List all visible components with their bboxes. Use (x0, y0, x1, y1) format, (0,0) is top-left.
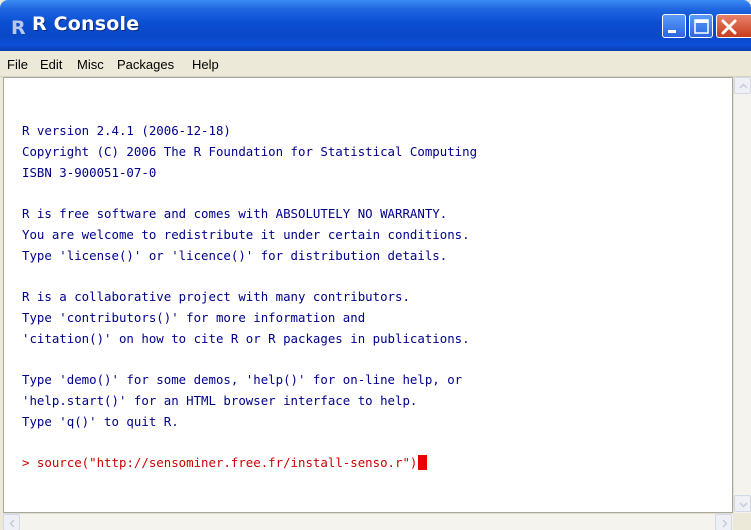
minimize-icon (668, 30, 676, 33)
console-line: Type 'q()' to quit R. (22, 414, 179, 429)
command-line[interactable]: > source("http://sensominer.free.fr/inst… (22, 455, 428, 470)
console-line: Type 'demo()' for some demos, 'help()' f… (22, 372, 463, 387)
title-bar[interactable]: R R Console (0, 0, 751, 51)
console-line: R is free software and comes with ABSOLU… (22, 206, 448, 221)
svg-text:R: R (11, 17, 26, 37)
console-line: 'help.start()' for an HTML browser inter… (22, 393, 418, 408)
minimize-button[interactable] (662, 14, 686, 38)
text-cursor (418, 455, 428, 470)
menu-help[interactable]: Help (192, 57, 219, 72)
vertical-scrollbar[interactable] (733, 77, 751, 513)
console-line: You are welcome to redistribute it under… (22, 227, 470, 242)
scroll-up-icon (739, 83, 748, 89)
console-line: R version 2.4.1 (2006-12-18) (22, 123, 231, 138)
console-output[interactable]: R version 2.4.1 (2006-12-18) Copyright (… (3, 77, 733, 513)
console-prompt: > (22, 455, 37, 470)
maximize-button[interactable] (689, 14, 713, 38)
maximize-icon (694, 19, 709, 34)
menu-packages[interactable]: Packages (117, 57, 174, 72)
command-text: source("http://sensominer.free.fr/instal… (36, 455, 418, 470)
console-line: R is a collaborative project with many c… (22, 289, 410, 304)
close-button[interactable] (716, 14, 751, 38)
console-line: Copyright (C) 2006 The R Foundation for … (22, 144, 478, 159)
horizontal-scrollbar[interactable] (3, 513, 733, 530)
menu-file[interactable]: File (7, 57, 28, 72)
r-logo-icon: R (10, 17, 30, 39)
menu-edit[interactable]: Edit (40, 57, 62, 72)
console-line: Type 'contributors()' for more informati… (22, 310, 366, 325)
console-line: ISBN 3-900051-07-0 (22, 165, 157, 180)
menu-misc[interactable]: Misc (77, 57, 104, 72)
scroll-left-icon (9, 519, 15, 528)
scrollbar-corner (733, 513, 751, 530)
scroll-right-icon (722, 519, 728, 528)
scroll-up-button[interactable] (734, 77, 751, 94)
window-title: R Console (32, 13, 140, 35)
scroll-down-icon (739, 502, 748, 508)
scroll-left-button[interactable] (3, 514, 20, 530)
console-line: 'citation()' on how to cite R or R packa… (22, 331, 470, 346)
close-icon (721, 19, 737, 35)
r-console-window: R R Console File Edit Misc Packages Help (0, 0, 751, 530)
console-line: Type 'license()' or 'licence()' for dist… (22, 248, 448, 263)
scroll-right-button[interactable] (715, 514, 732, 530)
menu-bar: File Edit Misc Packages Help (0, 51, 751, 77)
scroll-down-button[interactable] (734, 495, 751, 512)
